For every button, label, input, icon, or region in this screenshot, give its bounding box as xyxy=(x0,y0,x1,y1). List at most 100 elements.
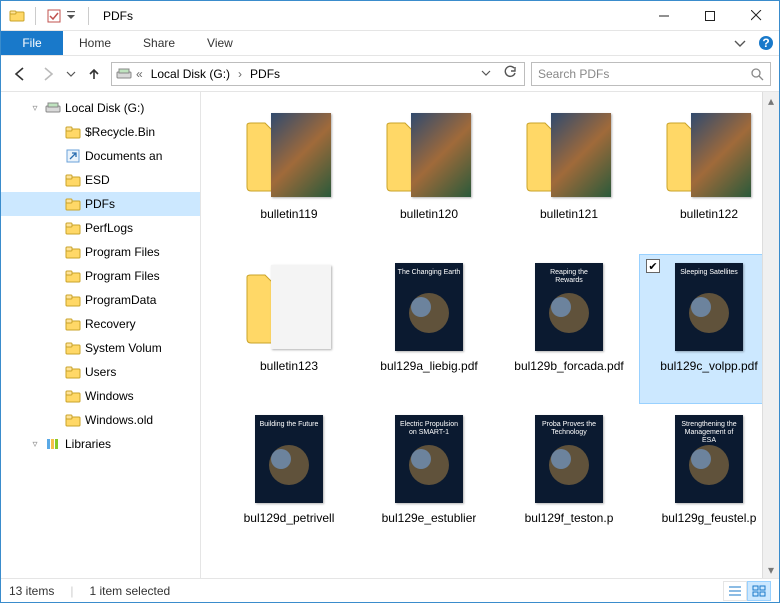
folder-icon xyxy=(65,388,81,404)
svg-text:?: ? xyxy=(762,36,769,50)
file-item[interactable]: ✔ Building the Future bul129d_petrivell xyxy=(219,406,359,556)
tree-item[interactable]: Users xyxy=(1,360,200,384)
recent-dropdown-icon[interactable] xyxy=(65,63,77,85)
tree-item[interactable]: System Volum xyxy=(1,336,200,360)
main-area: ▿ Local Disk (G:) $Recycle.Bin Documents an… xyxy=(1,92,779,578)
drive-icon xyxy=(45,100,61,116)
tree-item-label: Documents an xyxy=(85,149,162,163)
tree-item[interactable]: Recovery xyxy=(1,312,200,336)
folder-icon xyxy=(65,196,81,212)
tree-item-label: Program Files xyxy=(85,245,160,259)
help-icon[interactable]: ? xyxy=(753,31,779,55)
tree-item-label: $Recycle.Bin xyxy=(85,125,155,139)
tree-item[interactable]: Windows xyxy=(1,384,200,408)
file-tab[interactable]: File xyxy=(1,31,63,55)
tree-item-label: PerfLogs xyxy=(85,221,133,235)
folder-icon xyxy=(65,172,81,188)
ribbon-expand-icon[interactable] xyxy=(727,31,753,55)
tree-item-label: Local Disk (G:) xyxy=(65,101,144,115)
thumbnail xyxy=(521,107,617,203)
properties-icon[interactable] xyxy=(46,8,62,24)
tree-item-label: Windows xyxy=(85,389,134,403)
thumbnail: Strengthening the Management of ESA xyxy=(661,411,757,507)
tree-item[interactable]: ESD xyxy=(1,168,200,192)
tab-home[interactable]: Home xyxy=(63,31,127,55)
thumbnails-view-button[interactable] xyxy=(747,581,771,601)
file-item[interactable]: ✔ Proba Proves the Technology bul129f_te… xyxy=(499,406,639,556)
file-name: bulletin119 xyxy=(260,207,317,221)
tree-item[interactable]: Documents an xyxy=(1,144,200,168)
thumbnail: The Changing Earth xyxy=(381,259,477,355)
addr-dropdown-icon[interactable] xyxy=(476,67,496,81)
folder-icon xyxy=(65,340,81,356)
thumbnail xyxy=(381,107,477,203)
tree-item-label: Program Files xyxy=(85,269,160,283)
tree-item[interactable]: Program Files xyxy=(1,264,200,288)
file-name: bul129e_estublier xyxy=(382,511,477,525)
breadcrumb[interactable]: PDFs xyxy=(246,67,284,81)
content-pane: ✔ bulletin119✔ bulletin120✔ bulletin121✔… xyxy=(201,92,779,578)
file-name: bulletin120 xyxy=(400,207,458,221)
folder-icon xyxy=(65,268,81,284)
tree-item-label: ProgramData xyxy=(85,293,156,307)
tree-item[interactable]: Windows.old xyxy=(1,408,200,432)
file-item[interactable]: ✔ bulletin123 xyxy=(219,254,359,404)
ribbon-tabs: File Home Share View ? xyxy=(1,31,779,56)
forward-button[interactable] xyxy=(37,63,59,85)
tree-item[interactable]: ProgramData xyxy=(1,288,200,312)
file-name: bulletin122 xyxy=(680,207,738,221)
folder-icon xyxy=(9,8,25,24)
chevron-right-icon[interactable]: › xyxy=(238,67,242,81)
tree-item[interactable]: ▿Libraries xyxy=(1,432,200,456)
search-input[interactable]: Search PDFs xyxy=(531,62,771,86)
file-name: bul129c_volpp.pdf xyxy=(660,359,757,373)
file-name: bulletin121 xyxy=(540,207,598,221)
details-view-button[interactable] xyxy=(723,581,747,601)
tree-item-label: ESD xyxy=(85,173,110,187)
file-item[interactable]: ✔ The Changing Earth bul129a_liebig.pdf xyxy=(359,254,499,404)
tree-item[interactable]: ▿ Local Disk (G:) xyxy=(1,96,200,120)
tab-share[interactable]: Share xyxy=(127,31,191,55)
refresh-icon[interactable] xyxy=(500,65,520,82)
thumbnail: Reaping the Rewards xyxy=(521,259,617,355)
expand-icon[interactable]: ▿ xyxy=(29,103,41,114)
tab-view[interactable]: View xyxy=(191,31,249,55)
file-name: bul129f_teston.p xyxy=(525,511,614,525)
tree-item[interactable]: Program Files xyxy=(1,240,200,264)
quick-access-toolbar xyxy=(1,7,95,25)
breadcrumb[interactable]: Local Disk (G:) xyxy=(147,67,234,81)
tree-item-label: PDFs xyxy=(85,197,115,211)
file-item[interactable]: ✔ bulletin120 xyxy=(359,102,499,252)
file-item[interactable]: ✔ bulletin121 xyxy=(499,102,639,252)
file-item[interactable]: ✔ Reaping the Rewards bul129b_forcada.pd… xyxy=(499,254,639,404)
tree-item-label: Windows.old xyxy=(85,413,153,427)
minimize-button[interactable] xyxy=(641,1,687,31)
maximize-button[interactable] xyxy=(687,1,733,31)
navigation-pane[interactable]: ▿ Local Disk (G:) $Recycle.Bin Documents an… xyxy=(1,92,201,578)
files-grid[interactable]: ✔ bulletin119✔ bulletin120✔ bulletin121✔… xyxy=(201,92,762,578)
checkbox-icon[interactable]: ✔ xyxy=(646,259,660,273)
file-item[interactable]: ✔ bulletin122 xyxy=(639,102,762,252)
scroll-up-icon[interactable]: ▴ xyxy=(763,92,779,109)
file-item[interactable]: ✔ Electric Propulsion on SMART-1 bul129e… xyxy=(359,406,499,556)
file-item[interactable]: ✔ Sleeping Satellites bul129c_volpp.pdf xyxy=(639,254,762,404)
up-button[interactable] xyxy=(83,63,105,85)
libraries-icon xyxy=(45,436,61,452)
scroll-down-icon[interactable]: ▾ xyxy=(763,561,779,578)
expand-icon[interactable]: ▿ xyxy=(29,439,41,450)
file-item[interactable]: ✔ Strengthening the Management of ESA bu… xyxy=(639,406,762,556)
address-bar[interactable]: « Local Disk (G:) › PDFs xyxy=(111,62,525,86)
back-button[interactable] xyxy=(9,63,31,85)
tree-item[interactable]: PerfLogs xyxy=(1,216,200,240)
qat-dropdown-icon[interactable] xyxy=(66,8,78,24)
scrollbar-vertical[interactable]: ▴ ▾ xyxy=(762,92,779,578)
tree-item[interactable]: PDFs xyxy=(1,192,200,216)
search-icon xyxy=(750,67,764,81)
close-button[interactable] xyxy=(733,1,779,31)
chevron-icon[interactable]: « xyxy=(136,67,143,81)
file-item[interactable]: ✔ bulletin119 xyxy=(219,102,359,252)
thumbnail xyxy=(241,259,337,355)
tree-item[interactable]: $Recycle.Bin xyxy=(1,120,200,144)
search-placeholder: Search PDFs xyxy=(538,67,750,81)
folder-icon xyxy=(65,244,81,260)
